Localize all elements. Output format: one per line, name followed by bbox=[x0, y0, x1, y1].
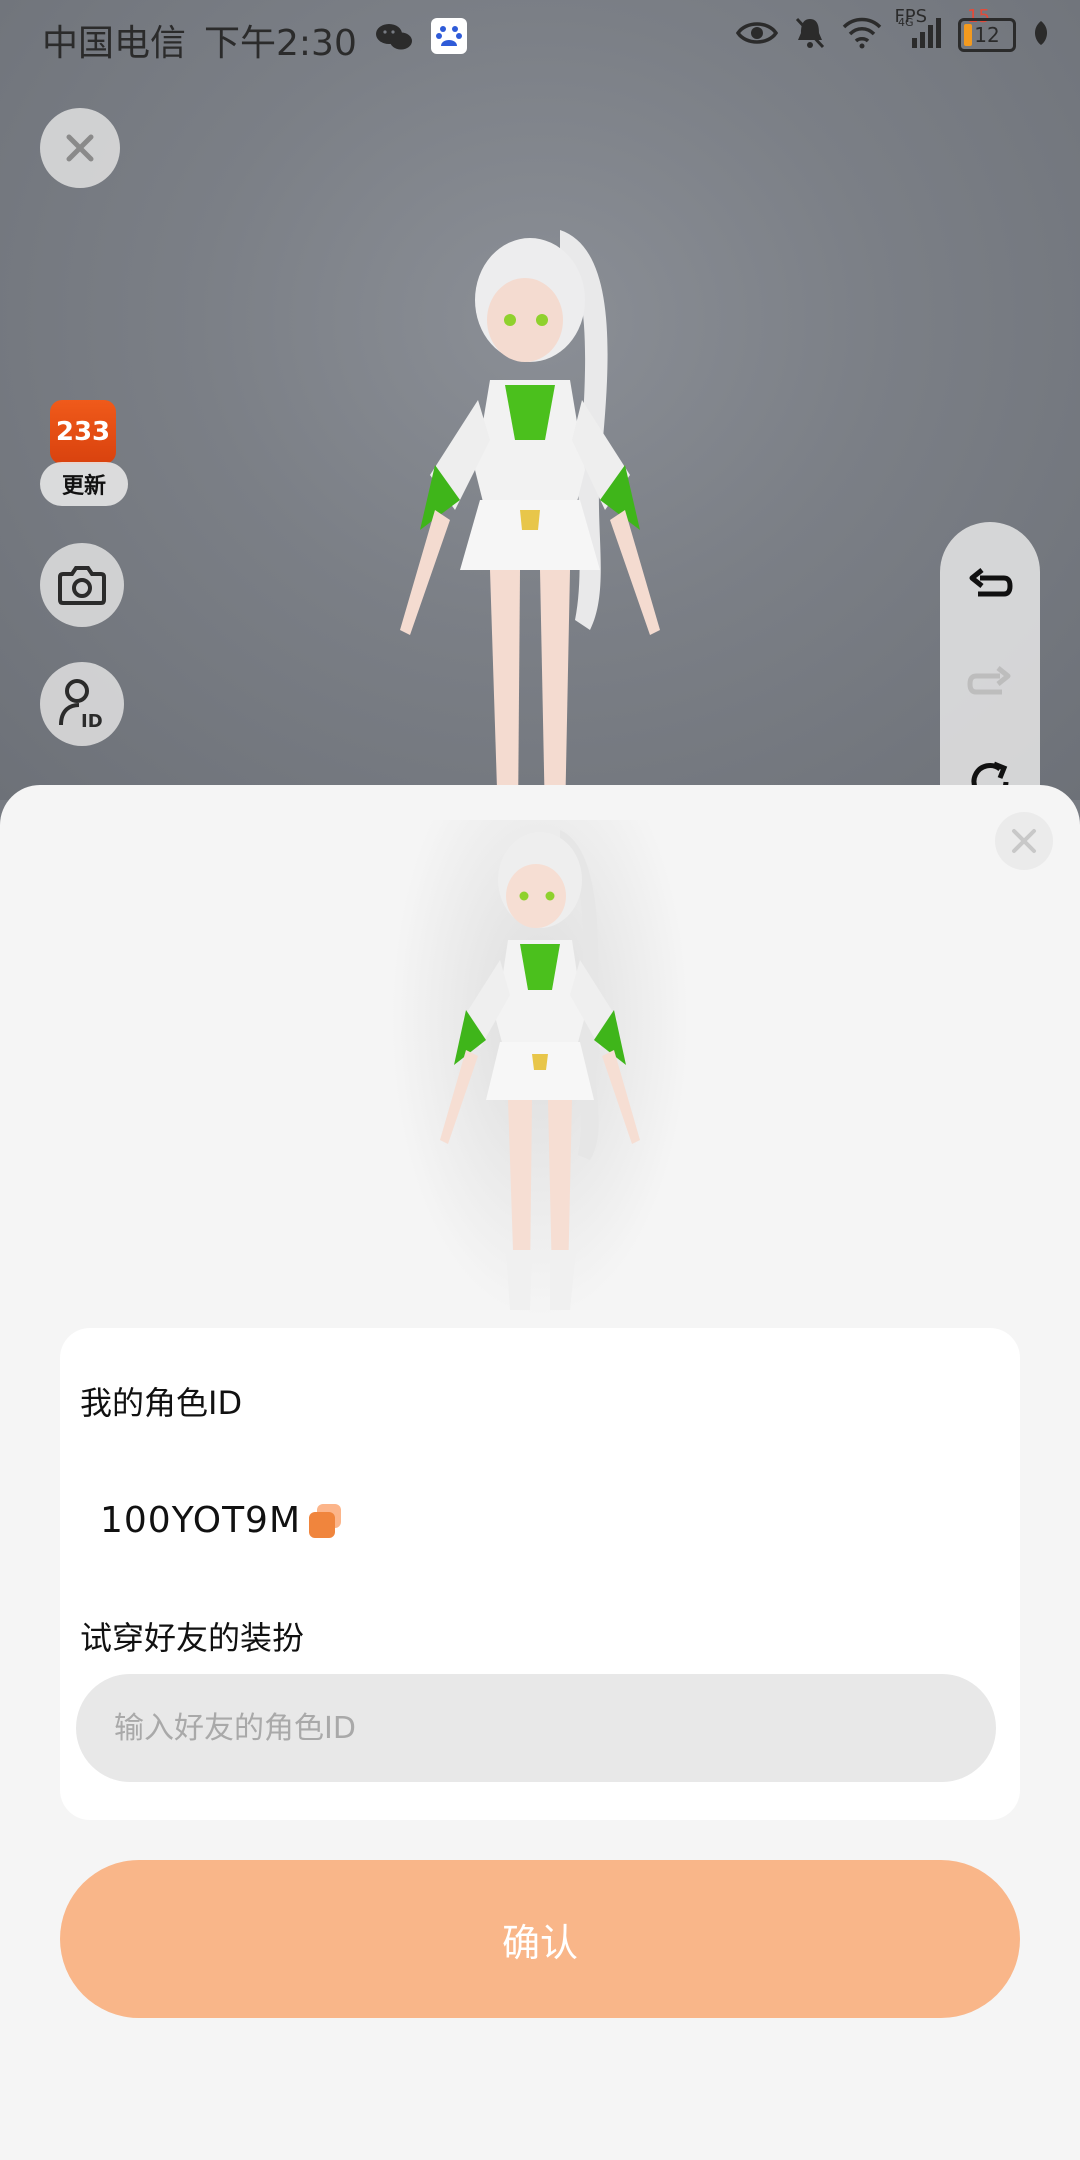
close-icon bbox=[1012, 829, 1036, 853]
scene-avatar-image bbox=[400, 230, 660, 800]
status-right: 4G 12 bbox=[735, 16, 1050, 54]
sheet-close-button[interactable] bbox=[995, 812, 1053, 870]
copy-icon[interactable] bbox=[307, 1503, 343, 1538]
confirm-button[interactable]: 确认 bbox=[60, 1860, 1020, 2018]
user-id-icon: ID bbox=[59, 679, 103, 731]
my-id-title: 我的角色ID bbox=[80, 1384, 243, 1422]
update-label: 更新 bbox=[40, 462, 128, 506]
camera-icon bbox=[58, 566, 106, 605]
role-id-card: 我的角色ID 100YOT9M 试穿好友的装扮 bbox=[60, 1328, 1020, 1820]
status-left: 中国电信 下午2:30 bbox=[42, 14, 467, 66]
camera-button[interactable] bbox=[40, 543, 124, 627]
app-logo-icon: 233 bbox=[50, 400, 116, 464]
redo-icon[interactable] bbox=[966, 662, 1014, 710]
eye-icon bbox=[735, 19, 779, 51]
close-icon bbox=[66, 134, 94, 162]
update-button[interactable]: 233 更新 bbox=[40, 400, 128, 508]
carrier-text: 中国电信 bbox=[42, 23, 187, 64]
avatar-scene bbox=[0, 0, 1080, 800]
status-bar: 中国电信 下午2:30 FPS 15 4G 12 bbox=[0, 0, 1080, 74]
signal-icon: 4G bbox=[898, 16, 942, 54]
my-id-value: 100YOT9M bbox=[100, 1500, 302, 1541]
scene-close-button[interactable] bbox=[40, 108, 120, 188]
wifi-icon bbox=[842, 17, 882, 53]
my-id-row: 100YOT9M bbox=[100, 1500, 343, 1541]
svg-text:ID: ID bbox=[81, 711, 103, 731]
leaf-icon bbox=[1032, 20, 1050, 50]
baidu-icon bbox=[430, 17, 467, 63]
role-id-button[interactable]: ID bbox=[40, 662, 124, 746]
network-type: 4G bbox=[898, 16, 914, 29]
wechat-icon bbox=[375, 20, 413, 61]
mute-bell-icon bbox=[794, 16, 826, 54]
friend-id-input[interactable] bbox=[76, 1674, 996, 1782]
avatar-preview-image bbox=[440, 830, 640, 1310]
try-on-title: 试穿好友的装扮 bbox=[80, 1619, 305, 1657]
battery-level: 12 bbox=[974, 23, 1000, 47]
time-text: 下午2:30 bbox=[204, 23, 357, 64]
undo-icon[interactable] bbox=[966, 564, 1014, 612]
battery-icon: 12 bbox=[958, 18, 1016, 52]
